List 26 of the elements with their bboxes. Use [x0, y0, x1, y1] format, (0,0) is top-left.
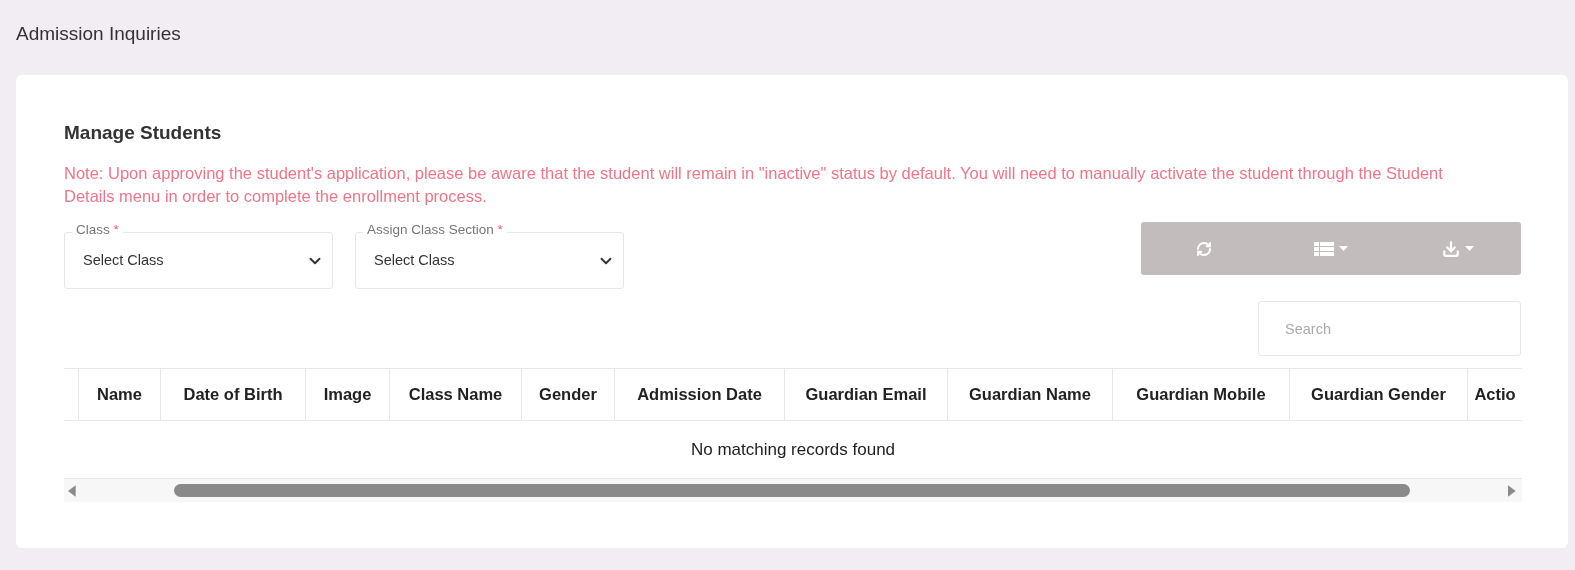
note-text: Note: Upon approving the student's application, please be aware that the student will remain in "inactive" status by default. You will need to manually activate the student through the Student Details menu in order to complete the enrollment process. — [64, 163, 1444, 207]
column-header: Actio — [1473, 384, 1517, 406]
caret-icon — [1339, 246, 1348, 251]
column-header: Admission Date — [615, 369, 785, 420]
horizontal-scrollbar[interactable] — [64, 479, 1522, 502]
empty-message: No matching records found — [690, 438, 896, 461]
refresh-icon — [1196, 240, 1213, 257]
scroll-right-icon — [1508, 484, 1516, 497]
caret-icon — [1464, 246, 1474, 251]
column-header: Guardian Email — [785, 369, 948, 420]
column-header: Guardian Gender — [1290, 369, 1468, 420]
download-icon — [1441, 239, 1460, 258]
column-header: Guardian Name — [948, 369, 1113, 420]
page-title: Admission Inquiries — [16, 22, 182, 46]
column-header: Gender — [522, 369, 615, 420]
search-field[interactable]: Search — [1258, 301, 1521, 356]
column-header: Date of Birth — [161, 369, 306, 420]
field-label: Assign Class Section * — [363, 222, 507, 238]
column-header: Image — [306, 369, 390, 420]
column-header: Guardian Mobile — [1113, 369, 1290, 420]
card-title: Manage Students — [64, 121, 223, 145]
scrollbar-thumb[interactable] — [173, 484, 1411, 497]
column-header: Name — [79, 369, 161, 420]
column-header: Class Name — [390, 369, 522, 420]
list-icon — [1314, 241, 1334, 256]
scroll-left-icon — [68, 484, 76, 497]
